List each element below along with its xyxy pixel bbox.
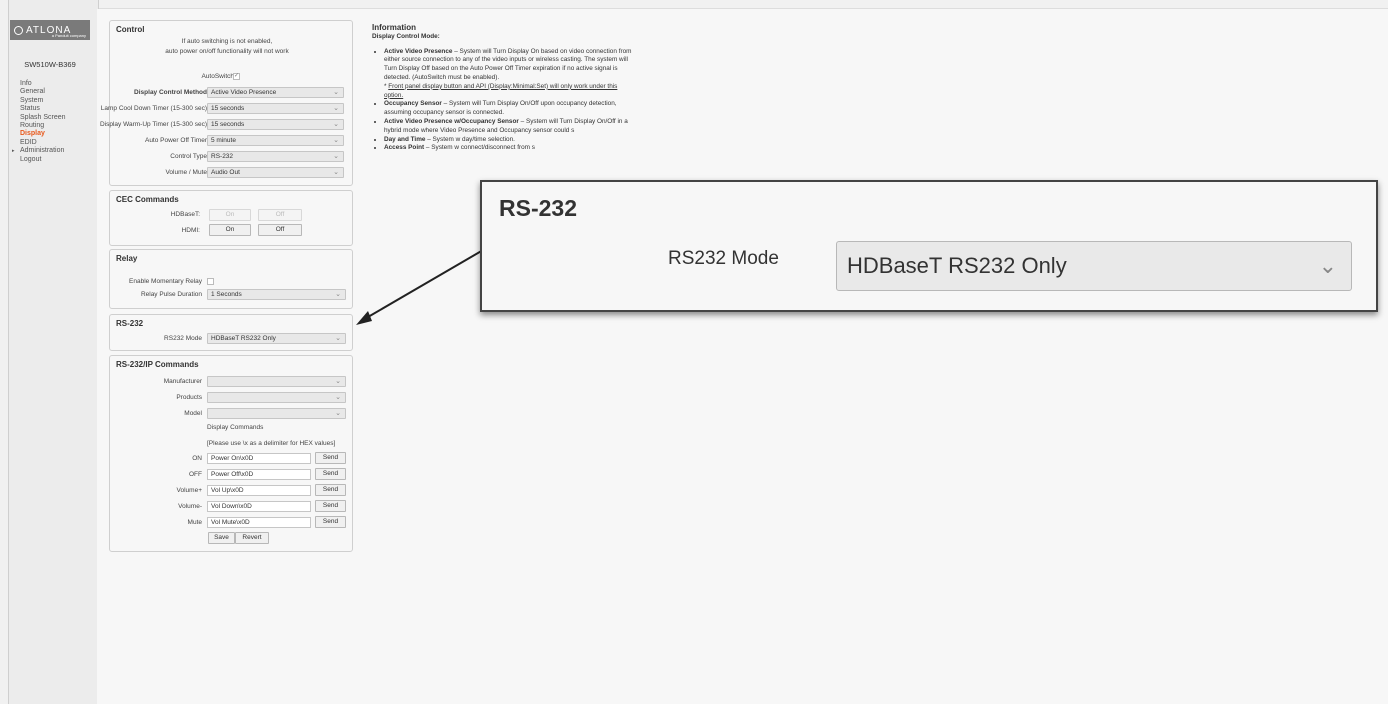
zoom-callout: RS-232 RS232 Mode HDBaseT RS232 Only ⌄ — [480, 180, 1378, 312]
zoom-rs232-mode-value: HDBaseT RS232 Only — [847, 253, 1067, 278]
zoom-rs232-mode-select[interactable]: HDBaseT RS232 Only ⌄ — [836, 241, 1352, 291]
callout-arrow — [356, 245, 491, 325]
zoom-title: RS-232 — [499, 195, 577, 221]
zoom-rs232-mode-label: RS232 Mode — [668, 248, 779, 269]
chevron-down-icon: ⌄ — [1318, 253, 1337, 278]
